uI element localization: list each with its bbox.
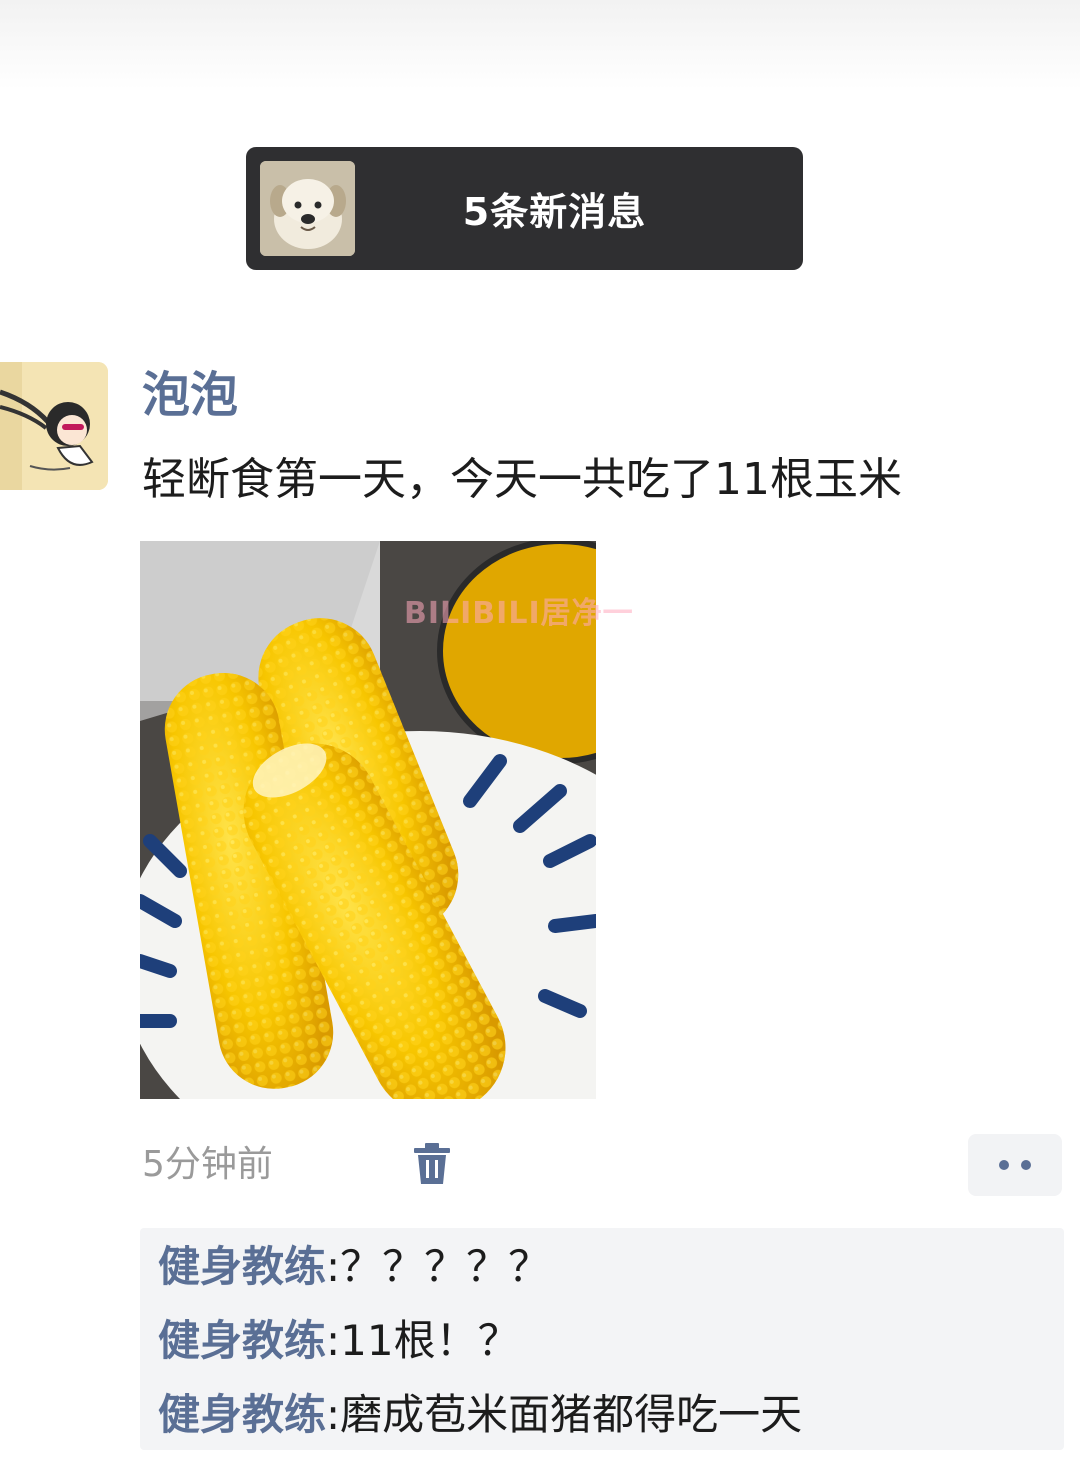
more-dots-icon-2	[1021, 1160, 1031, 1170]
comment-author[interactable]: 健身教练	[158, 1316, 326, 1365]
new-messages-label: 5条新消息	[462, 190, 647, 234]
comment-author[interactable]: 健身教练	[158, 1390, 326, 1439]
photo-watermark: BILIBILI居净一	[404, 596, 634, 631]
poster-avatar[interactable]	[0, 362, 108, 490]
more-dots-icon	[999, 1160, 1009, 1170]
comment-text: ？？？？？	[340, 1242, 551, 1291]
new-messages-banner[interactable]: 5条新消息	[246, 147, 803, 270]
comment-item[interactable]: 健身教练:？？？？？	[158, 1232, 550, 1302]
comment-item[interactable]: 健身教练:磨成苞米面猪都得吃一天	[158, 1380, 802, 1450]
comment-author[interactable]: 健身教练	[158, 1242, 326, 1291]
comments-panel: 健身教练:？？？？？ 健身教练:11根！？ 健身教练:磨成苞米面猪都得吃一天	[140, 1228, 1064, 1450]
comment-item[interactable]: 健身教练:11根！？	[158, 1306, 520, 1376]
comment-text: 磨成苞米面猪都得吃一天	[340, 1390, 803, 1439]
top-shade	[0, 0, 1080, 90]
comment-text: 11根！？	[340, 1316, 520, 1365]
trash-icon[interactable]	[410, 1140, 454, 1188]
post-time: 5分钟前	[142, 1144, 273, 1185]
comment-separator: :	[326, 1390, 341, 1439]
post-text: 轻断食第一天，今天一共吃了11根玉米	[142, 454, 902, 505]
comment-separator: :	[326, 1316, 341, 1365]
comment-separator: :	[326, 1242, 341, 1291]
poster-username[interactable]: 泡泡	[142, 362, 238, 428]
more-options-button[interactable]	[968, 1134, 1062, 1196]
